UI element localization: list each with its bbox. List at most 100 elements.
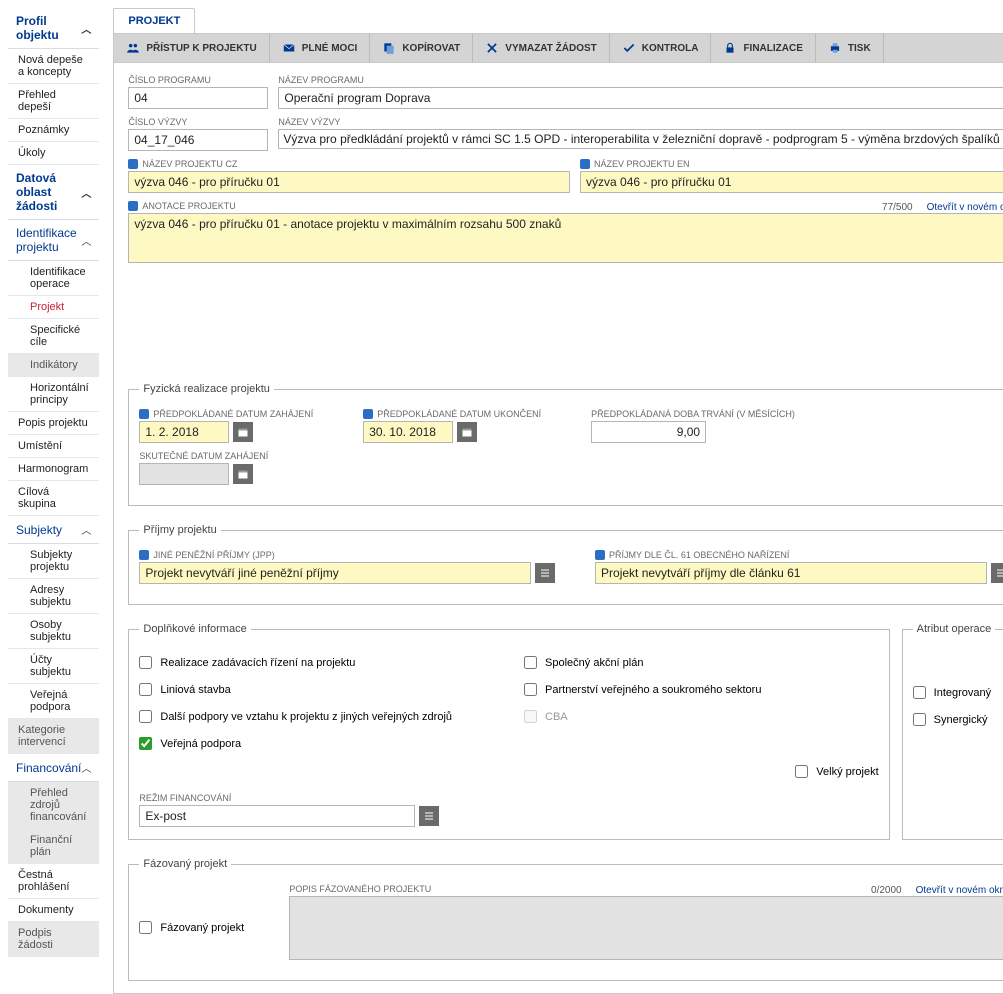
sidebar-item-cestna[interactable]: Čestná prohlášení (8, 864, 99, 899)
lookup-button-jpp[interactable] (535, 563, 555, 583)
legend-atribut: Atribut operace (913, 623, 996, 635)
sidebar-item-projekt[interactable]: Projekt (8, 296, 99, 319)
fieldset-atribut: Atribut operace Integrovaný Synergický (902, 623, 1003, 840)
sidebar-item-financni-plan[interactable]: Finanční plán (8, 829, 99, 864)
sidebar-item-cilova[interactable]: Cílová skupina (8, 481, 99, 516)
sidebar-item-specificke-cile[interactable]: Specifické cíle (8, 319, 99, 354)
sidebar-item-subjekty-projektu[interactable]: Subjekty projektu (8, 544, 99, 579)
label-datum-zahajeni: PŘEDPOKLÁDANÉ DATUM ZAHÁJENÍ (139, 409, 313, 419)
checkbox-spolecny-plan[interactable] (524, 656, 537, 669)
checkbox-integrovany[interactable] (913, 686, 926, 699)
tab-projekt[interactable]: PROJEKT (113, 8, 195, 33)
anotace-counter: 77/500 (882, 202, 913, 213)
toolbar-finalizace[interactable]: FINALIZACE (711, 34, 815, 62)
label-anotace: ANOTACE PROJEKTU (128, 201, 235, 211)
sidebar-item-poznamky[interactable]: Poznámky (8, 119, 99, 142)
input-skutecne-datum[interactable] (139, 463, 229, 485)
input-cislo-programu[interactable] (128, 87, 268, 109)
toolbar-kontrola[interactable]: KONTROLA (610, 34, 712, 62)
input-doba[interactable] (591, 421, 706, 443)
label-c1: Realizace zadávacích řízení na projektu (160, 657, 355, 669)
checkbox-verejna-podpora[interactable] (139, 737, 152, 750)
input-datum-zahajeni[interactable] (139, 421, 229, 443)
sidebar-item-adresy[interactable]: Adresy subjektu (8, 579, 99, 614)
calendar-button-real[interactable] (233, 464, 253, 484)
sidebar-heading-subjekty[interactable]: Subjekty︿ (8, 516, 99, 544)
lookup-button-rezim[interactable] (419, 806, 439, 826)
label-doba: PŘEDPOKLÁDANÁ DOBA TRVÁNÍ (V MĚSÍCÍCH) (591, 409, 795, 419)
sidebar-item-podpis[interactable]: Podpis žádosti (8, 922, 99, 957)
sidebar-heading-profil[interactable]: Profil objektu︿ (8, 8, 99, 49)
checkbox-partnerstvi[interactable] (524, 683, 537, 696)
label-a1: Integrovaný (934, 687, 991, 699)
lock-icon (723, 41, 737, 55)
input-cl61[interactable] (595, 562, 987, 584)
label-c4: Veřejná podpora (160, 738, 241, 750)
sidebar-item-identifikace-operace[interactable]: Identifikace operace (8, 261, 99, 296)
textarea-popis-faz[interactable] (289, 896, 1003, 960)
calendar-icon (237, 426, 249, 438)
toolbar-tisk[interactable]: TISK (816, 34, 884, 62)
checkbox-synergicky[interactable] (913, 713, 926, 726)
label-c7: CBA (545, 711, 568, 723)
sidebar-item-nova-depese[interactable]: Nová depeše a koncepty (8, 49, 99, 84)
list-icon (995, 567, 1003, 579)
toolbar-vymazat[interactable]: VYMAZAT ŽÁDOST (473, 34, 609, 62)
sidebar-item-horizontalni[interactable]: Horizontální principy (8, 377, 99, 412)
calendar-button-end[interactable] (457, 422, 477, 442)
checkbox-cba (524, 710, 537, 723)
input-nazev-programu[interactable] (278, 87, 1003, 109)
people-icon (126, 41, 140, 55)
sidebar-item-ucty[interactable]: Účty subjektu (8, 649, 99, 684)
chevron-up-icon: ︿ (81, 522, 91, 537)
sidebar-item-harmonogram[interactable]: Harmonogram (8, 458, 99, 481)
sidebar-item-prehled-zdroju[interactable]: Přehled zdrojů financování (8, 782, 99, 829)
sidebar: Profil objektu︿ Nová depeše a koncepty P… (0, 0, 99, 994)
textarea-anotace[interactable]: výzva 046 - pro příručku 01 - anotace pr… (128, 213, 1003, 263)
list-icon (423, 810, 435, 822)
calendar-button-start[interactable] (233, 422, 253, 442)
select-nazev-vyzvy[interactable]: Výzva pro předkládání projektů v rámci S… (278, 129, 1003, 149)
chevron-up-icon: ︿ (81, 760, 91, 775)
lookup-button-cl61[interactable] (991, 563, 1003, 583)
sidebar-item-verejna-podpora[interactable]: Veřejná podpora (8, 684, 99, 719)
input-datum-ukonceni[interactable] (363, 421, 453, 443)
input-jpp[interactable] (139, 562, 531, 584)
calendar-icon (461, 426, 473, 438)
label-c6: Partnerství veřejného a soukromého sekto… (545, 684, 761, 696)
checkbox-velky-projekt[interactable] (795, 765, 808, 778)
toolbar-plne-moci[interactable]: PLNÉ MOCI (270, 34, 371, 62)
input-rezim[interactable] (139, 805, 415, 827)
fieldset-fazovany: Fázovaný projekt Fázovaný projekt POPIS … (128, 858, 1003, 981)
sidebar-item-indikatory[interactable]: Indikátory (8, 354, 99, 377)
input-nazev-cz[interactable] (128, 171, 570, 193)
checkbox-liniova[interactable] (139, 683, 152, 696)
sidebar-heading-identifikace[interactable]: Identifikace projektu︿ (8, 220, 99, 261)
input-nazev-en[interactable] (580, 171, 1003, 193)
checkbox-fazovany[interactable] (139, 921, 152, 934)
toolbar-pristup[interactable]: PŘÍSTUP K PROJEKTU (114, 34, 269, 62)
input-cislo-vyzvy[interactable] (128, 129, 268, 151)
sidebar-item-dokumenty[interactable]: Dokumenty (8, 899, 99, 922)
sidebar-item-popis[interactable]: Popis projektu (8, 412, 99, 435)
calendar-icon (237, 468, 249, 480)
link-open-new-window[interactable]: Otevřít v novém okně (927, 202, 1003, 213)
sidebar-heading-financovani[interactable]: Financování︿ (8, 754, 99, 782)
checkbox-realizace[interactable] (139, 656, 152, 669)
sidebar-item-prehled-depesi[interactable]: Přehled depeší (8, 84, 99, 119)
label-c5: Společný akční plán (545, 657, 643, 669)
label-c3: Další podpory ve vztahu k projektu z jin… (160, 711, 452, 723)
form-area: ČÍSLO PROGRAMU NÁZEV PROGRAMU ČÍSLO VÝZV… (113, 63, 1003, 994)
label-a2: Synergický (934, 714, 988, 726)
fieldset-doplnkove: Doplňkové informace Realizace zadávacích… (128, 623, 889, 840)
link-open-new-window-faz[interactable]: Otevřít v novém okně (916, 885, 1003, 896)
checkbox-dalsi-podpory[interactable] (139, 710, 152, 723)
sidebar-item-kategorie[interactable]: Kategorie intervencí (8, 719, 99, 754)
label-cl61: PŘÍJMY DLE ČL. 61 OBECNÉHO NAŘÍZENÍ (595, 550, 1003, 560)
sidebar-item-umisteni[interactable]: Umístění (8, 435, 99, 458)
toolbar-kopirovat[interactable]: KOPÍROVAT (370, 34, 473, 62)
sidebar-item-ukoly[interactable]: Úkoly (8, 142, 99, 165)
sidebar-item-osoby[interactable]: Osoby subjektu (8, 614, 99, 649)
sidebar-heading-datova[interactable]: Datová oblast žádosti︿ (8, 165, 99, 220)
fieldset-prijmy: Příjmy projektu JINÉ PENĚŽNÍ PŘÍJMY (JPP… (128, 524, 1003, 605)
